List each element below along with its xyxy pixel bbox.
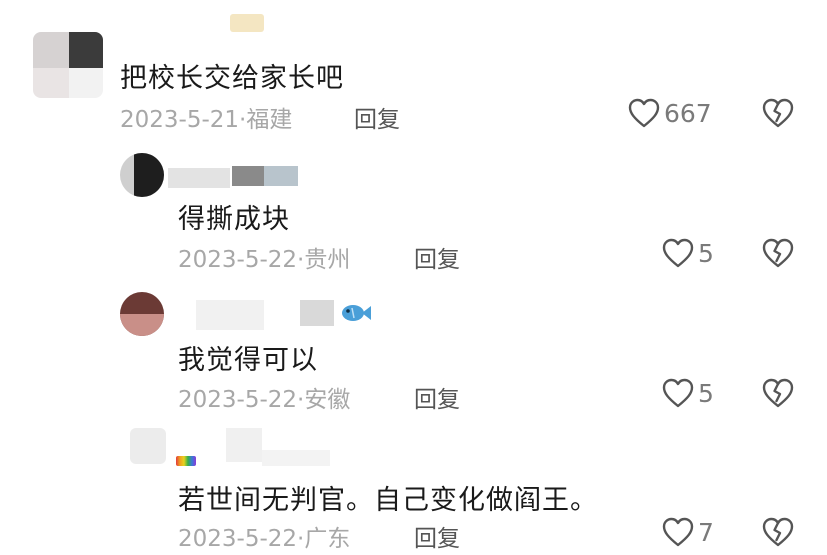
username-redacted: [232, 166, 264, 186]
comment-text: 把校长交给家长吧: [120, 63, 344, 94]
broken-heart-icon: [762, 517, 794, 547]
reply-button[interactable]: 回复: [414, 519, 460, 553]
dislike-button[interactable]: [762, 517, 794, 551]
dislike-button[interactable]: [762, 98, 794, 132]
comment-meta: 2023-5-22·安徽: [178, 380, 350, 414]
avatar[interactable]: [120, 153, 164, 197]
heart-outline-icon: [628, 98, 660, 128]
comment-date: 2023-5-22: [178, 247, 298, 273]
username-redacted: [226, 428, 262, 462]
reply-button[interactable]: 回复: [414, 380, 460, 414]
like-button[interactable]: 7: [662, 517, 714, 547]
comment-location: 福建: [246, 107, 293, 133]
comment-meta: 2023-5-21·福建: [120, 100, 292, 134]
reply-button[interactable]: 回复: [354, 100, 400, 134]
comment-location: 广东: [304, 526, 351, 552]
comment-location: 安徽: [304, 387, 351, 413]
reply-button[interactable]: 回复: [414, 240, 460, 274]
comment-date: 2023-5-22: [178, 387, 298, 413]
like-count: 5: [698, 378, 714, 408]
fish-emoji-icon: [340, 300, 372, 330]
comment-text: 得撕成块: [178, 204, 290, 235]
comment-meta: 2023-5-22·广东: [178, 519, 350, 553]
rainbow-emoji-icon: [176, 456, 196, 466]
username-redacted: [196, 300, 264, 330]
comment-location: 贵州: [304, 247, 351, 273]
comment-text: 我觉得可以: [178, 345, 318, 376]
sticker-fragment: [230, 14, 264, 32]
dislike-button[interactable]: [762, 378, 794, 412]
avatar[interactable]: [33, 32, 103, 98]
username-redacted: [264, 166, 298, 186]
broken-heart-icon: [762, 98, 794, 128]
username-redacted: [300, 300, 334, 326]
avatar[interactable]: [130, 428, 166, 464]
like-count: 667: [664, 98, 712, 128]
broken-heart-icon: [762, 378, 794, 408]
like-count: 7: [698, 517, 714, 547]
comment-meta: 2023-5-22·贵州: [178, 240, 350, 274]
heart-outline-icon: [662, 238, 694, 268]
like-count: 5: [698, 238, 714, 268]
like-button[interactable]: 5: [662, 378, 714, 408]
username-redacted: [168, 168, 230, 188]
heart-outline-icon: [662, 517, 694, 547]
comment-text: 若世间无判官。自己变化做阎王。: [178, 485, 598, 516]
comment-date: 2023-5-22: [178, 526, 298, 552]
dislike-button[interactable]: [762, 238, 794, 272]
username-redacted: [262, 450, 330, 466]
like-button[interactable]: 667: [628, 98, 712, 128]
broken-heart-icon: [762, 238, 794, 268]
like-button[interactable]: 5: [662, 238, 714, 268]
heart-outline-icon: [662, 378, 694, 408]
comment-date: 2023-5-21: [120, 107, 240, 133]
avatar[interactable]: [120, 292, 164, 336]
